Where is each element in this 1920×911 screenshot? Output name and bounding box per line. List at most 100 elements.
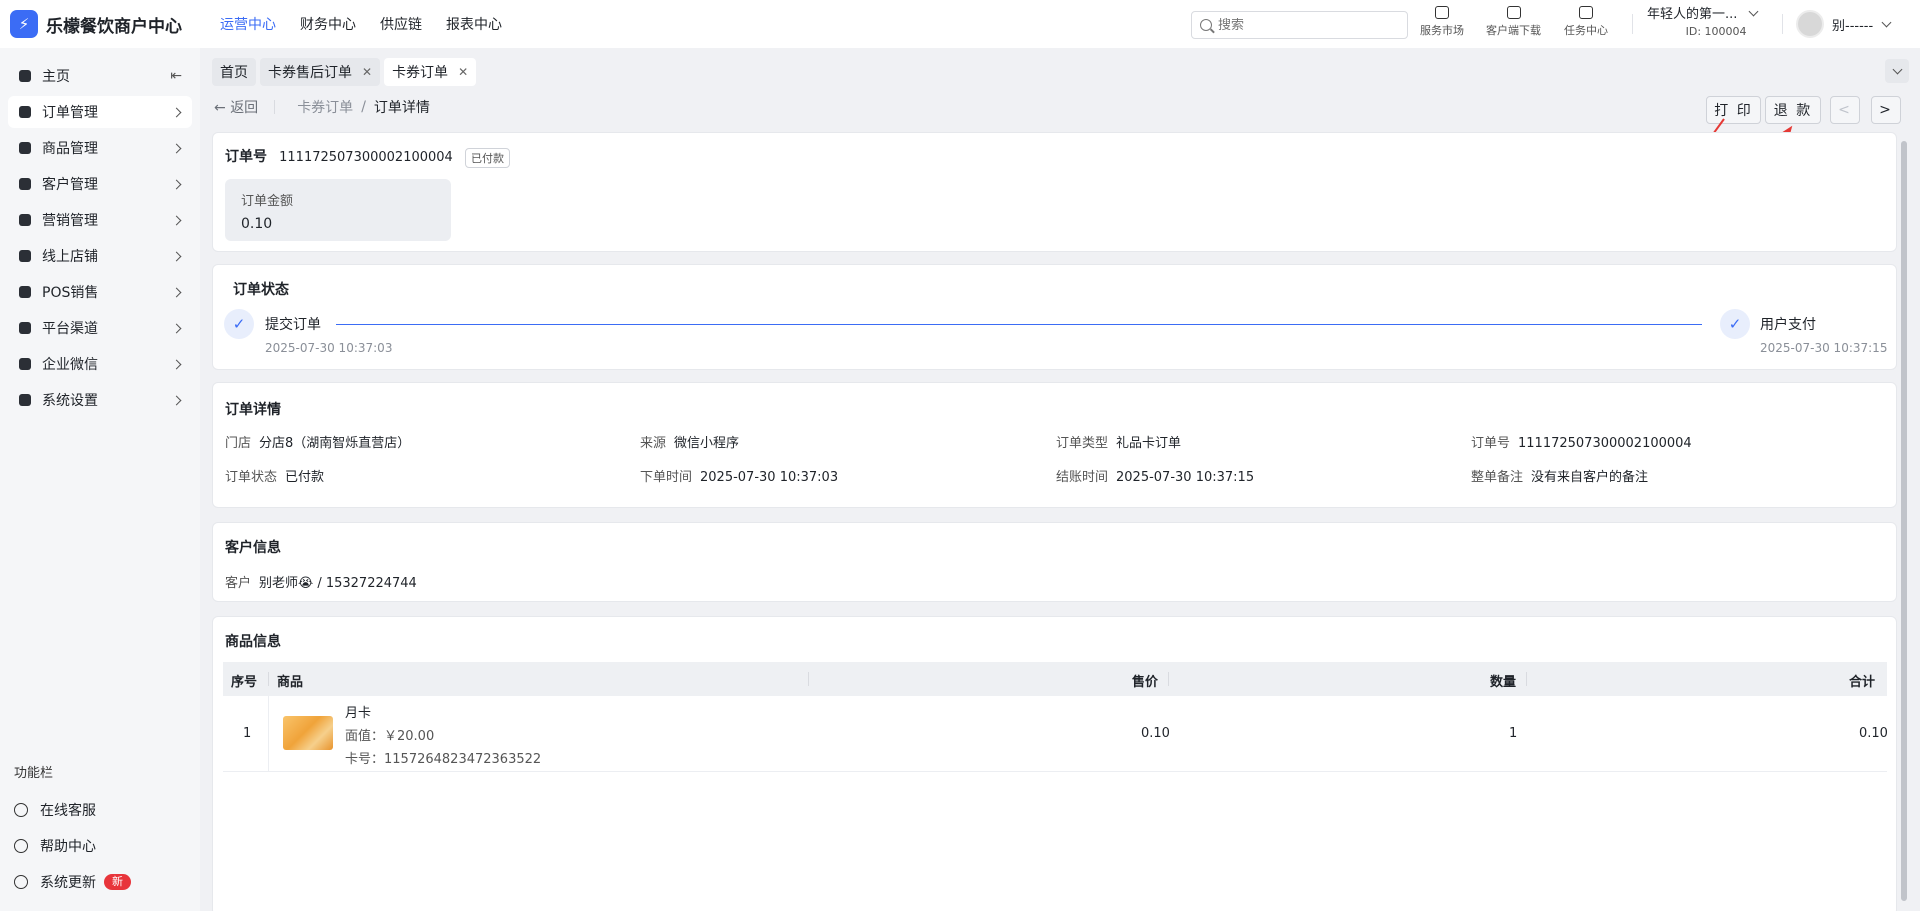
sidebar-item-platform-channels[interactable]: 平台渠道: [8, 312, 192, 344]
detail-key: 来源: [640, 436, 667, 451]
topnav-finance-center[interactable]: 财务中心: [300, 14, 356, 34]
pos-icon: [18, 285, 32, 299]
step-time: 2025-07-30 10:37:03: [265, 341, 393, 355]
sidebar-item-online-store[interactable]: 线上店铺: [8, 240, 192, 272]
product-thumbnail: [283, 716, 333, 750]
detail-order-number: 订单号 111172507300002100004: [1471, 432, 1692, 451]
detail-key: 整单备注: [1471, 470, 1524, 485]
print-button[interactable]: 打 印: [1706, 96, 1761, 124]
tag-icon: [18, 213, 32, 227]
sidebar-item-pos-sales[interactable]: POS销售: [8, 276, 192, 308]
search-icon: [1200, 19, 1212, 31]
breadcrumb-parent[interactable]: 卡券订单: [297, 97, 353, 117]
sidebar-online-support[interactable]: 在线客服: [14, 800, 96, 820]
refund-button[interactable]: 退 款: [1765, 96, 1821, 124]
sidebar-item-label: 客户管理: [42, 177, 98, 193]
chevron-right-icon: [171, 323, 182, 333]
chat-icon: [18, 357, 32, 371]
task-center-label: 任务中心: [1564, 24, 1608, 37]
detail-order-status: 订单状态 已付款: [225, 466, 324, 485]
column-separator: [1526, 672, 1527, 686]
close-icon[interactable]: ✕: [362, 65, 372, 79]
divider: [1632, 14, 1633, 34]
status-badge: 已付款: [464, 147, 510, 168]
download-folder-icon: [1506, 6, 1521, 19]
service-market-label: 服务市场: [1420, 24, 1464, 37]
column-header-qty: 数量: [1490, 675, 1517, 690]
detail-value: 111172507300002100004: [1518, 436, 1692, 451]
sidebar-help-center[interactable]: 帮助中心: [14, 836, 96, 856]
sidebar-item-products[interactable]: 商品管理: [8, 132, 192, 164]
breadcrumb: ← 返回 卡券订单 / 订单详情: [214, 97, 430, 117]
user-menu[interactable]: 别------: [1796, 10, 1892, 38]
scrollbar-thumb[interactable]: [1901, 141, 1907, 901]
topnav-report-center[interactable]: 报表中心: [446, 14, 502, 34]
step-label: 提交订单: [265, 317, 321, 333]
close-icon[interactable]: ✕: [458, 65, 468, 79]
sidebar-item-wecom[interactable]: 企业微信: [8, 348, 192, 380]
search-box[interactable]: [1191, 11, 1408, 39]
task-center-button[interactable]: 任务中心: [1564, 6, 1608, 38]
shop-switcher[interactable]: 年轻人的第一... ID: 100004: [1647, 6, 1758, 40]
tab-card-orders[interactable]: 卡券订单 ✕: [384, 58, 477, 86]
order-amount-box: 订单金额 0.10: [225, 179, 451, 241]
tab-card-aftersale-orders[interactable]: 卡券售后订单 ✕: [260, 58, 381, 86]
sidebar-foot-label: 在线客服: [40, 803, 96, 819]
detail-value: 礼品卡订单: [1116, 436, 1182, 451]
collapse-sidebar-icon[interactable]: ⇤: [170, 68, 182, 84]
function-bar-title: 功能栏: [14, 766, 54, 781]
detail-key: 结账时间: [1056, 470, 1109, 485]
user-name: 别------: [1832, 18, 1874, 34]
step-time: 2025-07-30 10:37:15: [1760, 341, 1888, 355]
sidebar-item-settings[interactable]: 系统设置: [8, 384, 192, 416]
order-number-line: 订单号 111172507300002100004 已付款: [225, 146, 510, 168]
order-icon: [18, 105, 32, 119]
progress-line: [336, 324, 1702, 325]
sidebar-item-orders[interactable]: 订单管理: [8, 96, 192, 128]
detail-order-time: 下单时间 2025-07-30 10:37:03: [640, 466, 838, 485]
avatar: [1796, 10, 1824, 38]
user-icon: [18, 177, 32, 191]
sidebar-item-home[interactable]: 主页 ⇤: [8, 60, 192, 92]
client-download-button[interactable]: 客户端下载: [1486, 6, 1541, 38]
breadcrumb-current: 订单详情: [373, 100, 430, 116]
detail-key: 订单状态: [225, 470, 278, 485]
detail-value: 分店8（湖南智烁直营店）: [259, 436, 411, 451]
order-detail-title: 订单详情: [225, 402, 281, 418]
sidebar-item-marketing[interactable]: 营销管理: [8, 204, 192, 236]
top-nav: 运营中心 财务中心 供应链 报表中心: [220, 14, 526, 34]
sidebar-foot-label: 帮助中心: [40, 839, 96, 855]
check-icon: ✓: [224, 309, 254, 339]
logo[interactable]: ⚡ 乐檬餐饮商户中心: [0, 10, 200, 38]
customer-title: 客户信息: [225, 540, 281, 556]
topnav-supply-chain[interactable]: 供应链: [380, 14, 422, 34]
sidebar-item-customers[interactable]: 客户管理: [8, 168, 192, 200]
back-button[interactable]: ← 返回: [214, 97, 258, 117]
sidebar-item-label: 企业微信: [42, 357, 98, 373]
column-header-price: 售价: [1132, 675, 1159, 690]
order-status-card: 订单状态 ✓ 提交订单 2025-07-30 10:37:03 ✓ 用户支付 2…: [212, 264, 1897, 370]
column-separator: [268, 672, 269, 686]
scrollbar[interactable]: [1900, 133, 1908, 911]
search-input[interactable]: [1218, 17, 1398, 33]
tabs-more-button[interactable]: [1885, 59, 1909, 83]
order-status-title: 订单状态: [233, 282, 289, 298]
detail-key: 门店: [225, 436, 252, 451]
tab-home[interactable]: 首页: [212, 58, 256, 86]
next-order-button[interactable]: >: [1871, 96, 1901, 124]
detail-key: 下单时间: [640, 470, 693, 485]
sidebar-system-update[interactable]: 系统更新 新: [14, 872, 131, 892]
topnav-ops-center[interactable]: 运营中心: [220, 14, 276, 34]
sidebar-item-label: POS销售: [42, 285, 99, 301]
chevron-down-icon: [1892, 64, 1902, 75]
headset-icon: [14, 803, 28, 817]
service-market-button[interactable]: 服务市场: [1420, 6, 1464, 38]
row-index: 1: [243, 726, 252, 741]
prev-order-button[interactable]: <: [1830, 96, 1860, 124]
chevron-right-icon: [171, 395, 182, 405]
chevron-right-icon: [171, 143, 182, 153]
chevron-down-icon: [1881, 17, 1892, 28]
shop-id: ID: 100004: [1685, 25, 1747, 38]
divider: [1782, 14, 1783, 34]
chevron-right-icon: [171, 251, 182, 261]
